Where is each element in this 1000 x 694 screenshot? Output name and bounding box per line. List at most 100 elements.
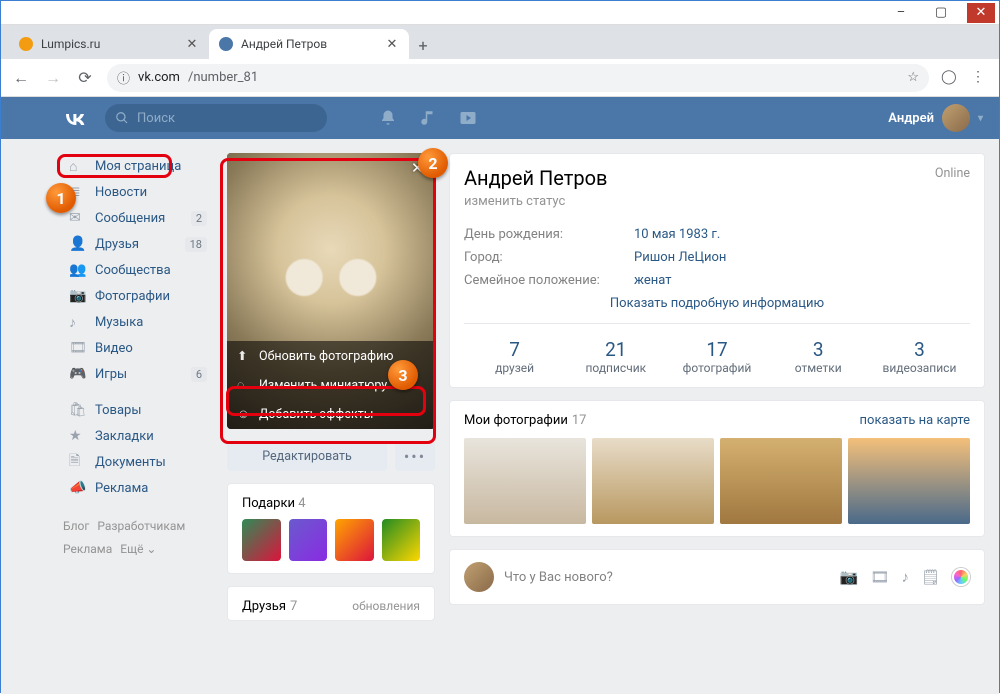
browser-toolbar: ← → ⟳ ⓘ vk.com/number_81 ☆ ◯ ⋮ [1, 59, 999, 97]
sidebar-item-video[interactable]: 🎞Видео [63, 335, 213, 361]
sidebar-item-market[interactable]: 🛍Товары [63, 397, 213, 423]
bookmark-star-icon[interactable]: ☆ [907, 70, 919, 85]
avatar [464, 562, 494, 592]
attach-video-icon[interactable]: 🎞 [870, 568, 889, 586]
tab-title: Lumpics.ru [41, 37, 100, 51]
sidebar-item-docs[interactable]: 🗎Документы [63, 449, 213, 475]
footer-more[interactable]: Ещё ⌄ [120, 542, 156, 556]
window-close-button[interactable]: ✕ [967, 3, 995, 23]
bag-icon: 🛍 [69, 402, 87, 418]
search-icon [115, 111, 129, 125]
photo-thumb[interactable] [720, 438, 842, 524]
video-play-icon[interactable] [459, 109, 477, 127]
footer-ads[interactable]: Реклама [63, 542, 112, 556]
sidebar-item-games[interactable]: 🎮Игры6 [63, 361, 213, 387]
tab-close-icon[interactable]: ✕ [185, 37, 199, 51]
favicon-vk [219, 37, 233, 51]
browser-tabstrip: Lumpics.ru ✕ Андрей Петров ✕ + [1, 25, 999, 59]
sidebar-footer: Блог Разработчикам Реклама Ещё ⌄ [63, 515, 213, 561]
vk-logo[interactable] [63, 111, 87, 125]
friends-icon: 👤 [69, 236, 87, 252]
vk-account-menu[interactable]: Андрей ▾ [888, 104, 983, 132]
chrome-menu-icon[interactable]: ⋮ [971, 69, 989, 87]
crop-icon: ◌ [237, 378, 251, 393]
post-color-icon[interactable] [952, 568, 970, 586]
gift-item[interactable] [335, 519, 374, 561]
notifications-icon[interactable] [379, 109, 397, 127]
photo-thumb[interactable] [592, 438, 714, 524]
counter-followers[interactable]: 21подписчик [565, 338, 666, 375]
gift-item[interactable] [289, 519, 328, 561]
vk-header: Поиск Андрей ▾ [1, 97, 999, 139]
browser-tab[interactable]: Lumpics.ru ✕ [9, 29, 209, 59]
friends-updates-link[interactable]: обновления [352, 599, 420, 614]
sidebar-item-music[interactable]: ♪Музыка [63, 309, 213, 335]
avatar-edit-thumbnail[interactable]: ◌Изменить миниатюру [227, 371, 435, 400]
chevron-down-icon: ▾ [978, 113, 983, 124]
show-more-info-link[interactable]: Показать подробную информацию [464, 296, 970, 311]
photo-thumb[interactable] [848, 438, 970, 524]
birthday-link[interactable]: 10 мая 1983 г. [634, 227, 720, 242]
new-tab-button[interactable]: + [409, 31, 437, 59]
avatar-update-photo[interactable]: ⬆Обновить фотографию [227, 341, 435, 371]
sidebar-item-news[interactable]: ≣Новости [63, 179, 213, 205]
relationship-link[interactable]: женат [634, 273, 671, 288]
counter-friends[interactable]: 7друзей [464, 338, 565, 375]
profile-header-card: Андрей Петров изменить статус Online Ден… [449, 153, 985, 388]
more-actions-button[interactable]: ••• [395, 441, 435, 471]
show-on-map-link[interactable]: показать на карте [860, 413, 970, 428]
reload-button[interactable]: ⟳ [75, 68, 95, 87]
home-icon: ⌂ [69, 158, 87, 175]
site-info-icon[interactable]: ⓘ [117, 68, 130, 87]
avatar-add-effects[interactable]: ☺Добавить эффекты [227, 400, 435, 429]
close-icon[interactable]: ✕ [411, 159, 429, 177]
vk-search-input[interactable]: Поиск [105, 104, 327, 132]
post-input[interactable]: Что у Вас нового? [504, 570, 830, 585]
gift-item[interactable] [242, 519, 281, 561]
sidebar-item-messages[interactable]: ✉Сообщения2 [63, 205, 213, 231]
profile-avatar-card[interactable]: ✕ ⬆Обновить фотографию ◌Изменить миниатю… [227, 153, 435, 429]
gift-item[interactable] [382, 519, 421, 561]
edit-status-link[interactable]: изменить статус [464, 194, 607, 209]
friends-card: Друзья7обновления [227, 586, 435, 621]
sidebar-item-bookmarks[interactable]: ★Закладки [63, 423, 213, 449]
docs-icon: 🗎 [69, 450, 87, 474]
tab-close-icon[interactable]: ✕ [385, 37, 399, 51]
window-titlebar: – ▢ ✕ [1, 1, 999, 25]
sidebar-item-photos[interactable]: 📷Фотографии [63, 283, 213, 309]
profile-icon[interactable]: ◯ [941, 69, 959, 87]
sidebar-item-ads[interactable]: 📣Реклама [63, 475, 213, 501]
window-maximize-button[interactable]: ▢ [927, 3, 955, 23]
browser-tab-active[interactable]: Андрей Петров ✕ [209, 29, 409, 59]
attach-note-icon[interactable]: 🗒 [921, 568, 940, 586]
sidebar-item-groups[interactable]: 👥Сообщества [63, 257, 213, 283]
star-icon: ★ [69, 428, 87, 444]
window-minimize-button[interactable]: – [887, 3, 915, 23]
counter-videos[interactable]: 3видеозаписи [869, 338, 970, 375]
counter-photos[interactable]: 17фотографий [666, 338, 767, 375]
address-bar[interactable]: ⓘ vk.com/number_81 ☆ [107, 64, 929, 92]
edit-profile-button[interactable]: Редактировать [227, 441, 387, 471]
video-icon: 🎞 [69, 340, 87, 356]
back-button[interactable]: ← [11, 68, 31, 88]
url-path: /number_81 [188, 70, 258, 85]
sidebar-item-my-page[interactable]: ⌂Моя страница [63, 153, 213, 179]
forward-button[interactable]: → [43, 68, 63, 88]
city-link[interactable]: Ришон ЛеЦион [634, 250, 726, 265]
favicon-lumpics [19, 37, 33, 51]
footer-blog[interactable]: Блог [63, 519, 89, 533]
vk-user-name: Андрей [888, 111, 934, 126]
avatar [942, 104, 970, 132]
music-icon[interactable] [419, 109, 437, 127]
sidebar: ⌂Моя страница ≣Новости ✉Сообщения2 👤Друз… [63, 153, 213, 694]
attach-photo-icon[interactable]: 📷 [840, 568, 859, 586]
photo-thumb[interactable] [464, 438, 586, 524]
avatar-action-menu: ⬆Обновить фотографию ◌Изменить миниатюру… [227, 341, 435, 429]
online-status: Online [935, 166, 970, 181]
new-post-card: Что у Вас нового? 📷 🎞 ♪ 🗒 [449, 549, 985, 605]
footer-dev[interactable]: Разработчикам [97, 519, 185, 533]
attach-music-icon[interactable]: ♪ [901, 568, 909, 586]
music-note-icon: ♪ [69, 314, 87, 331]
sidebar-item-friends[interactable]: 👤Друзья18 [63, 231, 213, 257]
counter-tags[interactable]: 3отметки [768, 338, 869, 375]
